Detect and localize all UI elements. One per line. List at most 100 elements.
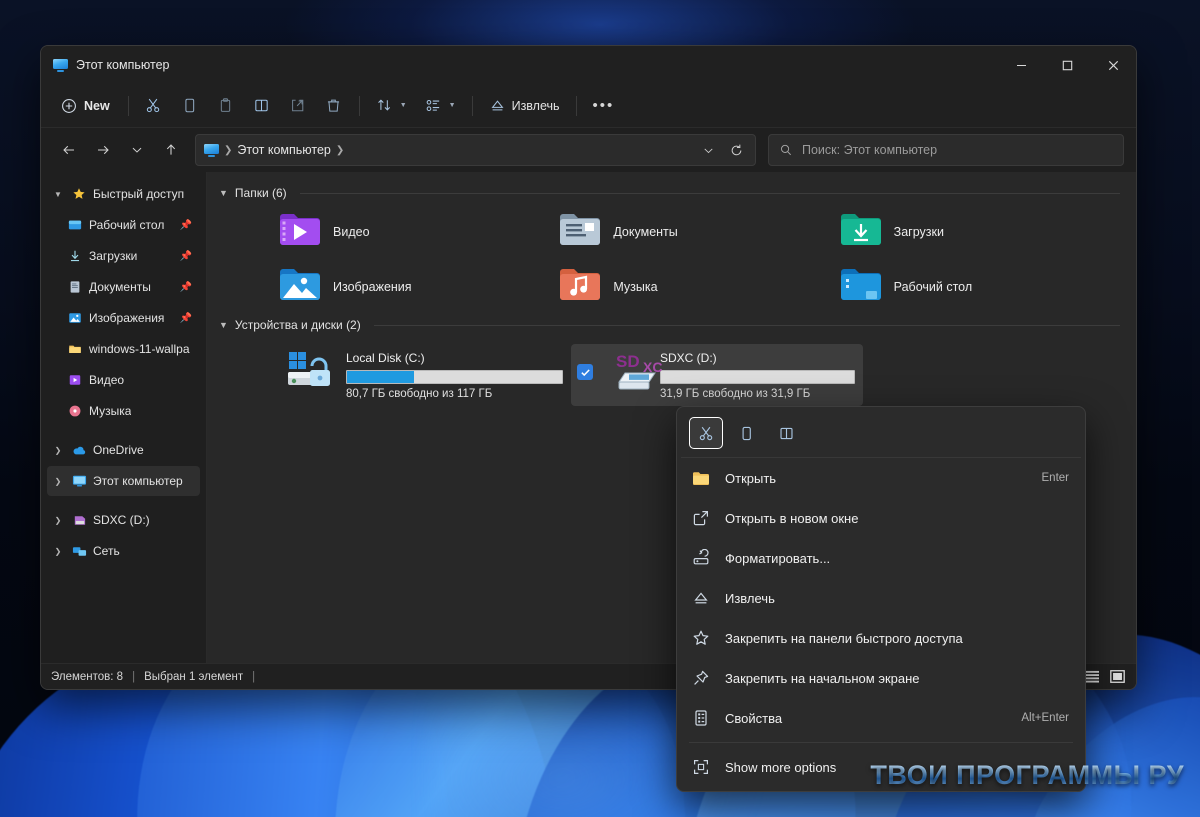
star-icon — [71, 186, 87, 202]
sidebar-item-desktop[interactable]: Рабочий стол 📌 — [47, 210, 200, 240]
context-menu[interactable]: Открыть Enter Открыть в новом окне Форма… — [676, 406, 1086, 792]
drives-row: Local Disk (C:) 80,7 ГБ свободно из 117 … — [219, 338, 1120, 406]
selection-count-label: Выбран 1 элемент — [144, 670, 244, 683]
pin-icon[interactable]: 📌 — [180, 313, 192, 324]
context-menu-item-eject[interactable]: Извлечь — [681, 578, 1081, 618]
context-menu-item-format[interactable]: Форматировать... — [681, 538, 1081, 578]
properties-icon — [691, 708, 711, 728]
folders-grid: Видео Документы Загрузки Изображения Муз… — [219, 206, 1120, 314]
folder-name: Музыка — [613, 279, 658, 294]
folder-item[interactable]: Музыка — [559, 267, 839, 306]
chevron-down-icon[interactable]: ▼ — [219, 320, 228, 330]
close-icon[interactable] — [1090, 46, 1136, 84]
view-button[interactable]: ▼ — [417, 90, 464, 122]
videos-icon — [67, 372, 83, 388]
chevron-down-icon[interactable] — [695, 137, 721, 163]
chevron-down-icon[interactable]: ▼ — [51, 190, 65, 199]
chevron-right-icon[interactable]: ❯ — [336, 145, 344, 156]
eject-icon — [691, 588, 711, 608]
sidebar-item-label: windows-11-wallpa — [89, 342, 190, 356]
pin-icon[interactable]: 📌 — [180, 251, 192, 262]
context-menu-item-properties[interactable]: Свойства Alt+Enter — [681, 698, 1081, 738]
item-count-label: Элементов: 8 — [51, 670, 124, 683]
rename-icon — [255, 99, 268, 112]
chevron-right-icon[interactable]: ❯ — [51, 446, 65, 455]
chevron-down-icon[interactable]: ▼ — [219, 188, 228, 198]
sidebar-item-quick-access[interactable]: ▼ Быстрый доступ — [47, 179, 200, 209]
refresh-icon[interactable] — [723, 137, 749, 163]
sidebar-item-label: Быстрый доступ — [93, 187, 185, 201]
sidebar-item-label: Сеть — [93, 544, 120, 558]
open-folder-icon — [691, 468, 711, 488]
search-box[interactable]: Поиск: Этот компьютер — [768, 134, 1124, 166]
drive-tile-local-disk-c[interactable]: Local Disk (C:) 80,7 ГБ свободно из 117 … — [279, 344, 571, 406]
share-button[interactable] — [281, 90, 315, 122]
pin-icon[interactable]: 📌 — [180, 220, 192, 231]
minimize-icon[interactable] — [998, 46, 1044, 84]
selection-checkbox[interactable] — [577, 364, 593, 380]
sidebar-item-this-pc[interactable]: ❯ Этот компьютер — [47, 466, 200, 496]
context-menu-item-label: Открыть — [725, 470, 777, 486]
folder-item[interactable]: Загрузки — [840, 212, 1120, 251]
sidebar-item-windows-11-wallpaper[interactable]: windows-11-wallpa — [47, 334, 200, 364]
sidebar-item-sdxc[interactable]: ❯ SDXC (D:) — [47, 505, 200, 535]
sidebar-item-pictures[interactable]: Изображения 📌 — [47, 303, 200, 333]
sidebar-item-downloads[interactable]: Загрузки 📌 — [47, 241, 200, 271]
breadcrumb-label[interactable]: Этот компьютер — [237, 143, 330, 157]
up-arrow-icon[interactable] — [155, 134, 187, 166]
chevron-right-icon[interactable]: ❯ — [51, 477, 65, 486]
copy-button[interactable] — [173, 90, 207, 122]
new-button[interactable]: New — [53, 90, 120, 122]
sidebar-item-label: SDXC (D:) — [93, 513, 150, 527]
folders-group-header[interactable]: ▼ Папки (6) — [219, 186, 1120, 200]
sort-button[interactable]: ▼ — [368, 90, 415, 122]
folder-item[interactable]: Видео — [279, 212, 559, 251]
pin-icon[interactable]: 📌 — [180, 282, 192, 293]
context-menu-item-open-new-window[interactable]: Открыть в новом окне — [681, 498, 1081, 538]
paste-icon-button[interactable] — [769, 417, 803, 449]
sidebar-item-videos[interactable]: Видео — [47, 365, 200, 395]
group-title: Устройства и диски (2) — [234, 318, 361, 332]
tile-view-icon[interactable] — [1108, 669, 1126, 685]
maximize-icon[interactable] — [1044, 46, 1090, 84]
sidebar-item-network[interactable]: ❯ Сеть — [47, 536, 200, 566]
folder-item[interactable]: Рабочий стол — [840, 267, 1120, 306]
forward-arrow-icon[interactable] — [87, 134, 119, 166]
address-bar[interactable]: ❯ Этот компьютер ❯ — [195, 134, 756, 166]
cut-icon-button[interactable] — [689, 417, 723, 449]
context-menu-item-label: Открыть в новом окне — [725, 510, 859, 526]
chevron-right-icon[interactable]: ❯ — [51, 516, 65, 525]
more-button[interactable]: ••• — [585, 90, 623, 122]
copy-icon-button[interactable] — [729, 417, 763, 449]
rename-button[interactable] — [245, 90, 279, 122]
search-input[interactable]: Поиск: Этот компьютер — [802, 143, 937, 157]
cut-button[interactable] — [137, 90, 171, 122]
recent-locations-icon[interactable] — [121, 134, 153, 166]
sidebar-item-music[interactable]: Музыка — [47, 396, 200, 426]
view-list-icon — [426, 99, 439, 112]
delete-button[interactable] — [317, 90, 351, 122]
eject-button[interactable]: Извлечь — [481, 90, 568, 122]
eject-button-label: Извлечь — [511, 98, 560, 113]
drive-tile-sdxc-d[interactable]: SD XC SDXC (D:) 31,9 ГБ свободно из 31,9… — [571, 344, 863, 406]
context-menu-item-open[interactable]: Открыть Enter — [681, 458, 1081, 498]
desktop-folder-icon — [840, 267, 882, 306]
sidebar-item-documents[interactable]: Документы 📌 — [47, 272, 200, 302]
folder-item[interactable]: Документы — [559, 212, 839, 251]
paste-button[interactable] — [209, 90, 243, 122]
sidebar-item-onedrive[interactable]: ❯ OneDrive — [47, 435, 200, 465]
devices-group-header[interactable]: ▼ Устройства и диски (2) — [219, 318, 1120, 332]
music-folder-icon — [559, 267, 601, 306]
drive-free-text: 31,9 ГБ свободно из 31,9 ГБ — [660, 388, 811, 400]
chevron-right-icon[interactable]: ❯ — [51, 547, 65, 556]
context-menu-item-pin-quick-access[interactable]: Закрепить на панели быстрого доступа — [681, 618, 1081, 658]
drive-meta: Local Disk (C:) 80,7 ГБ свободно из 117 … — [346, 350, 563, 400]
breadcrumb[interactable]: ❯ Этот компьютер ❯ — [204, 143, 689, 157]
back-arrow-icon[interactable] — [53, 134, 85, 166]
network-icon — [71, 543, 87, 559]
address-bar-actions — [695, 137, 749, 163]
context-menu-item-pin-to-start[interactable]: Закрепить на начальном экране — [681, 658, 1081, 698]
folder-item[interactable]: Изображения — [279, 267, 559, 306]
svg-text:SD: SD — [616, 352, 640, 371]
navigation-pane[interactable]: ▼ Быстрый доступ Рабочий стол 📌 Загрузки… — [41, 172, 207, 663]
